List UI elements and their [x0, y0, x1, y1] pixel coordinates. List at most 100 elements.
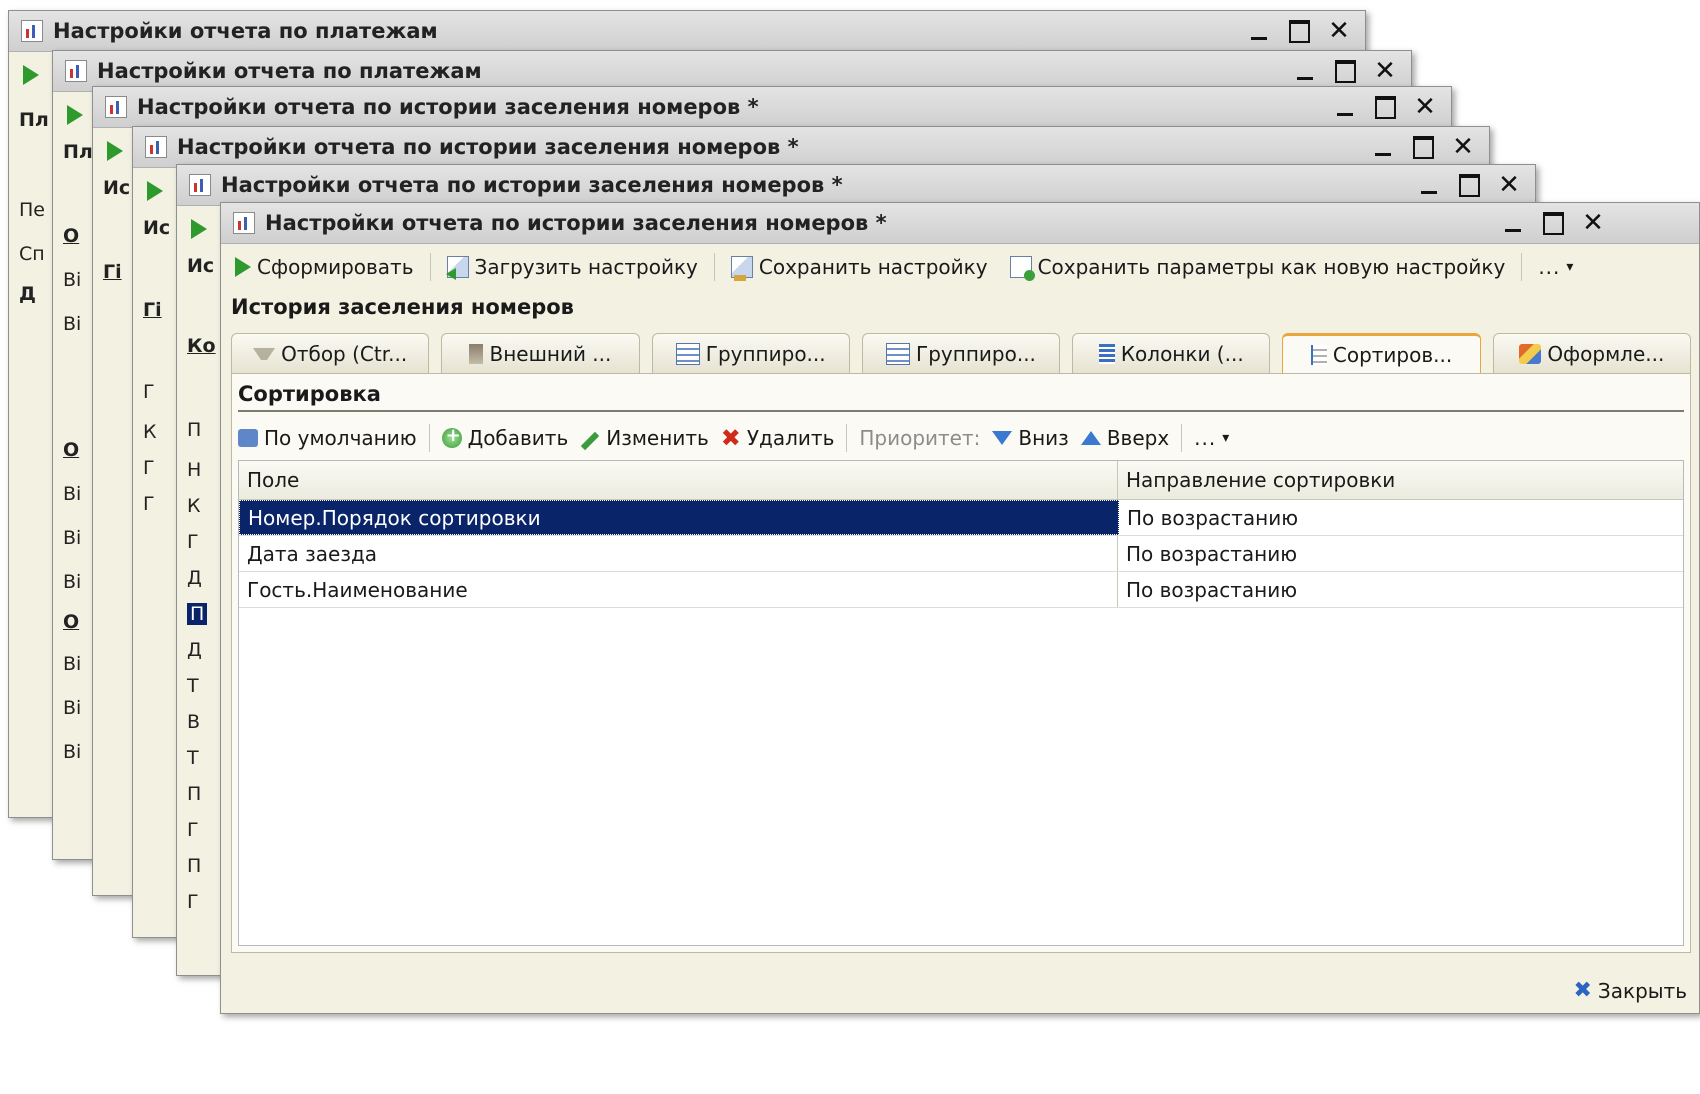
fragment: П — [187, 419, 202, 441]
sort-table[interactable]: Поле Направление сортировки Номер.Порядо… — [238, 460, 1684, 946]
tab-grouping-table[interactable]: Группиро... — [861, 333, 1061, 373]
add-label: Добавить — [467, 426, 569, 450]
toolbar-divider — [1521, 253, 1523, 281]
maximize-button[interactable] — [1405, 131, 1441, 163]
maximize-button[interactable] — [1451, 169, 1487, 201]
report-icon — [233, 212, 255, 234]
close-icon: ✖ — [1573, 978, 1592, 1003]
move-down-button[interactable]: Вниз — [992, 426, 1069, 450]
generate-button[interactable]: Сформировать — [229, 251, 420, 283]
fragment: Д — [187, 567, 202, 589]
minimize-button[interactable] — [1495, 207, 1531, 239]
close-button[interactable]: ✕ — [1491, 169, 1527, 201]
field-cell[interactable]: Гость.Наименование — [239, 572, 1118, 607]
direction-cell[interactable]: По возрастанию — [1119, 500, 1683, 535]
window-title: Настройки отчета по платежам — [97, 59, 482, 83]
close-button[interactable]: ✕ — [1321, 15, 1357, 47]
grouping-icon — [675, 342, 700, 365]
fragment: Ві — [63, 741, 82, 763]
run-icon[interactable] — [147, 181, 163, 201]
tab-sorting[interactable]: Сортиров... — [1282, 333, 1481, 373]
edit-button[interactable]: Изменить — [580, 426, 709, 451]
titlebar[interactable]: Настройки отчета по истории заселения но… — [93, 87, 1451, 128]
delete-button[interactable]: ✖ Удалить — [721, 426, 835, 450]
save-settings-button[interactable]: Сохранить настройку — [725, 251, 994, 283]
load-label: Загрузить настройку — [474, 255, 698, 279]
maximize-button[interactable] — [1327, 55, 1363, 87]
fragment: Ис — [103, 177, 131, 199]
fragment: Гі — [103, 261, 122, 283]
sort-toolbar: По умолчанию Добавить Изменить ✖ Удалить… — [238, 418, 1684, 458]
window-sort-settings[interactable]: Настройки отчета по истории заселения но… — [220, 202, 1700, 1014]
fragment: О — [63, 611, 80, 633]
arrow-up-icon — [1080, 431, 1101, 445]
fragment: К — [143, 421, 157, 443]
fragment: Г — [187, 891, 199, 913]
column-header-direction[interactable]: Направление сортировки — [1118, 461, 1683, 499]
fragment: Ві — [63, 653, 82, 675]
run-icon[interactable] — [107, 141, 123, 161]
fragment: Пе — [19, 199, 45, 221]
run-icon[interactable] — [67, 105, 83, 125]
close-button[interactable]: ✕ — [1407, 91, 1443, 123]
tab-columns[interactable]: Колонки (... — [1072, 333, 1271, 373]
load-settings-button[interactable]: Загрузить настройку — [441, 251, 704, 283]
close-label: Закрыть — [1597, 978, 1687, 1003]
fragment: П — [187, 855, 202, 877]
move-up-button[interactable]: Вверх — [1080, 426, 1169, 450]
fragment: Т — [187, 675, 199, 697]
tab-grouping[interactable]: Группиро... — [651, 333, 850, 373]
table-row[interactable]: Дата заезда По возрастанию — [239, 536, 1683, 572]
titlebar[interactable]: Настройки отчета по платежам ✕ — [9, 11, 1365, 52]
close-button[interactable]: ✕ — [1575, 207, 1611, 239]
close-button[interactable]: ✕ — [1445, 131, 1481, 163]
fragment: Ві — [63, 571, 82, 593]
add-button[interactable]: Добавить — [441, 425, 569, 450]
table-row[interactable]: Гость.Наименование По возрастанию — [239, 572, 1683, 608]
minimize-button[interactable] — [1411, 169, 1447, 201]
tab-label: Сортиров... — [1332, 342, 1453, 367]
titlebar[interactable]: Настройки отчета по истории заселения но… — [177, 165, 1535, 206]
sort-more-button[interactable]: ... — [1194, 426, 1230, 450]
window-title: Настройки отчета по истории заселения но… — [221, 173, 843, 197]
run-icon[interactable] — [191, 219, 207, 239]
close-button[interactable]: ✕ — [1367, 55, 1403, 87]
fragment: Ві — [63, 313, 82, 335]
fragment: В — [187, 711, 201, 733]
appearance-icon — [1519, 343, 1542, 364]
play-icon — [235, 257, 251, 277]
maximize-button[interactable] — [1281, 15, 1317, 47]
fragment: Т — [187, 747, 199, 769]
titlebar[interactable]: Настройки отчета по истории заселения но… — [133, 127, 1489, 168]
fragment: Г — [143, 493, 155, 515]
direction-cell[interactable]: По возрастанию — [1118, 536, 1683, 571]
table-header: Поле Направление сортировки — [239, 461, 1683, 500]
direction-cell[interactable]: По возрастанию — [1118, 572, 1683, 607]
fragment: Н — [187, 459, 202, 481]
maximize-button[interactable] — [1367, 91, 1403, 123]
minimize-button[interactable] — [1327, 91, 1363, 123]
fragment: Ві — [63, 697, 82, 719]
field-cell[interactable]: Номер.Порядок сортировки — [239, 500, 1119, 535]
table-row[interactable]: Номер.Порядок сортировки По возрастанию — [239, 500, 1683, 536]
default-button[interactable]: По умолчанию — [238, 426, 417, 450]
main-toolbar: Сформировать Загрузить настройку Сохрани… — [229, 245, 1691, 289]
column-header-field[interactable]: Поле — [239, 461, 1118, 499]
minimize-button[interactable] — [1365, 131, 1401, 163]
tab-filter[interactable]: Отбор (Ctr... — [231, 333, 430, 373]
tab-appearance[interactable]: Оформле... — [1492, 333, 1691, 373]
tab-external[interactable]: Внешний ... — [441, 333, 640, 373]
edit-label: Изменить — [606, 426, 709, 450]
maximize-button[interactable] — [1535, 207, 1571, 239]
save-as-new-button[interactable]: Сохранить параметры как новую настройку — [1004, 251, 1512, 283]
field-cell[interactable]: Дата заезда — [239, 536, 1118, 571]
minimize-button[interactable] — [1241, 15, 1277, 47]
titlebar[interactable]: Настройки отчета по истории заселения но… — [221, 203, 1699, 244]
run-icon[interactable] — [23, 65, 39, 85]
more-actions-button[interactable]: ... — [1532, 251, 1580, 283]
minimize-button[interactable] — [1287, 55, 1323, 87]
toolbar-divider — [713, 253, 715, 281]
close-footer-button[interactable]: ✖ Закрыть — [1573, 978, 1687, 1003]
toolbar-divider — [428, 424, 430, 452]
report-title: История заселения номеров — [231, 295, 574, 319]
